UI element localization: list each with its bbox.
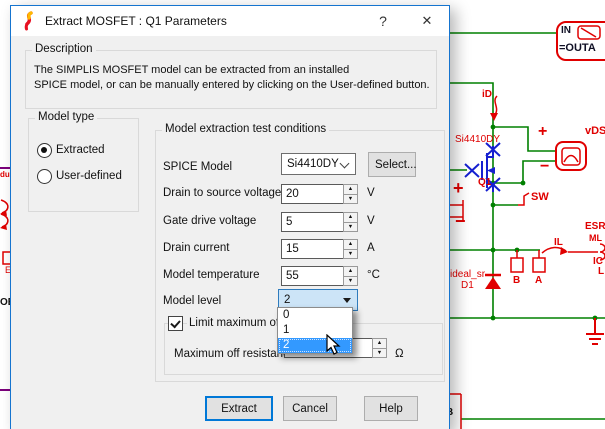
vds-unit: V xyxy=(367,187,375,199)
stepper-down-icon[interactable]: ▼ xyxy=(343,275,358,286)
vds-probe-icon xyxy=(555,141,587,171)
spice-model-combobox[interactable]: Si4410DY xyxy=(281,153,356,175)
schematic-label-vds: vDS xyxy=(585,125,605,137)
ground-icon xyxy=(586,318,604,345)
schematic-label-il: IL xyxy=(554,237,563,248)
schematic-label-pin-b: B xyxy=(513,275,521,286)
radio-extracted-label[interactable]: Extracted xyxy=(56,144,105,156)
mouse-cursor-icon xyxy=(326,334,341,355)
pin-b-a-terminals xyxy=(510,250,546,273)
model-level-label: Model level xyxy=(163,295,222,307)
vgs-unit: V xyxy=(367,215,375,227)
vgs-row-label: Gate drive voltage xyxy=(163,215,257,227)
stepper-down-icon[interactable]: ▼ xyxy=(343,193,358,204)
vgs-stepper[interactable]: ▲ ▼ xyxy=(343,212,358,232)
combo-arrow-icon xyxy=(343,298,351,303)
schematic-label-plus1: + xyxy=(538,123,548,140)
vds-stepper[interactable]: ▲ ▼ xyxy=(343,184,358,204)
model-type-group-label: Model type xyxy=(35,111,98,123)
vds-row-label: Drain to source voltage xyxy=(163,187,282,199)
sw-probe-icon xyxy=(518,192,530,206)
help-button[interactable]: Help xyxy=(364,396,418,421)
schematic-label-plus2: + xyxy=(453,178,464,198)
temp-stepper[interactable]: ▲ ▼ xyxy=(343,266,358,286)
max-off-stepper[interactable]: ▲ ▼ xyxy=(372,338,387,358)
id-input[interactable]: 15 xyxy=(281,239,344,259)
schematic-label-ideal-sr: ideal_sr xyxy=(450,269,486,280)
stepper-up-icon[interactable]: ▲ xyxy=(343,239,358,249)
schematic-label-pin-a: A xyxy=(535,275,543,286)
schematic-label-esr: ESR: xyxy=(585,221,605,232)
stepper-up-icon[interactable]: ▲ xyxy=(343,184,358,194)
limit-checkbox[interactable] xyxy=(168,316,183,331)
stepper-up-icon[interactable]: ▲ xyxy=(372,338,387,348)
model-type-group: Model type Extracted User-defined xyxy=(28,111,139,212)
schematic-label-minus2: − xyxy=(455,211,466,231)
description-line2: SPICE model, or can be manually entered … xyxy=(34,79,430,91)
spice-model-value: Si4410DY xyxy=(287,158,339,170)
spice-model-label: SPICE Model xyxy=(163,161,233,173)
id-unit: A xyxy=(367,242,375,254)
vgs-input[interactable]: 5 xyxy=(281,212,344,232)
stepper-down-icon[interactable]: ▼ xyxy=(343,221,358,232)
model-level-value: 2 xyxy=(284,294,291,306)
schematic-label-l: L xyxy=(598,266,605,277)
radio-extracted[interactable] xyxy=(37,143,52,158)
stepper-down-icon[interactable]: ▼ xyxy=(343,248,358,259)
schematic-label-in: IN xyxy=(561,25,571,36)
max-off-unit: Ω xyxy=(395,348,404,360)
diode-d1-icon xyxy=(485,273,501,289)
dialog-title: Extract MOSFET : Q1 Parameters xyxy=(45,14,227,28)
schematic-label-d1: D1 xyxy=(461,280,474,291)
wire-junction-dots xyxy=(490,124,598,321)
help-titlebar-button[interactable]: ? xyxy=(361,6,405,36)
radio-user-defined[interactable] xyxy=(37,169,52,184)
select-model-button[interactable]: Select... xyxy=(368,152,417,177)
extract-button[interactable]: Extract xyxy=(205,396,273,421)
temp-input[interactable]: 55 xyxy=(281,266,344,286)
cancel-button[interactable]: Cancel xyxy=(283,396,337,421)
application-screen: IN =OUTA iD Si4410DY Q1 vDS + − + − SW E… xyxy=(0,0,605,429)
vds-input[interactable]: 20 xyxy=(281,184,344,204)
simplis-app-icon xyxy=(24,11,33,31)
id-stepper[interactable]: ▲ ▼ xyxy=(343,239,358,259)
stepper-down-icon[interactable]: ▼ xyxy=(372,347,387,358)
conditions-group-label: Model extraction test conditions xyxy=(162,123,330,135)
schematic-label-q1: Q1 xyxy=(478,177,492,188)
description-group: Description The SIMPLIS MOSFET model can… xyxy=(25,43,437,109)
schematic-label-part: Si4410DY xyxy=(455,134,501,145)
temp-unit: °C xyxy=(367,269,380,281)
stepper-up-icon[interactable]: ▲ xyxy=(343,212,358,222)
stepper-up-icon[interactable]: ▲ xyxy=(343,266,358,276)
temp-row-label: Model temperature xyxy=(163,269,260,281)
id-row-label: Drain current xyxy=(163,242,230,254)
description-group-label: Description xyxy=(32,43,96,55)
radio-user-defined-label[interactable]: User-defined xyxy=(56,170,122,182)
schematic-label-sw: SW xyxy=(531,191,549,203)
schematic-label-out: =OUTA xyxy=(559,42,596,54)
close-button[interactable]: ✕ xyxy=(405,6,449,36)
description-line1: The SIMPLIS MOSFET model can be extracte… xyxy=(34,64,350,76)
schematic-label-minus1: − xyxy=(540,158,550,175)
dropdown-option-0[interactable]: 0 xyxy=(278,308,352,323)
extract-mosfet-dialog: Extract MOSFET : Q1 Parameters ? ✕ Descr… xyxy=(10,5,450,429)
chevron-down-icon xyxy=(339,158,350,169)
schematic-label-id: iD xyxy=(482,89,492,100)
schematic-label-ml: ML xyxy=(589,233,602,243)
